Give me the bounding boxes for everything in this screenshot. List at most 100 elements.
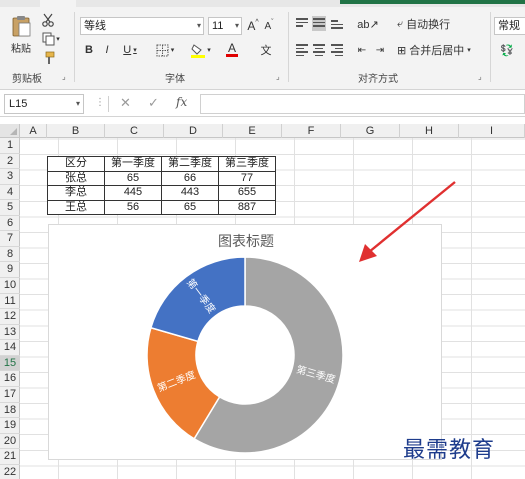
- underline-button[interactable]: U ▾: [118, 42, 142, 58]
- row-header-21[interactable]: 21: [0, 449, 20, 465]
- select-all-button[interactable]: [0, 124, 20, 138]
- table-cell[interactable]: 65: [104, 170, 162, 186]
- column-header-c[interactable]: C: [105, 124, 164, 138]
- row-header-12[interactable]: 12: [0, 309, 20, 325]
- decrease-indent-button[interactable]: ⇤: [354, 42, 370, 58]
- phonetic-button[interactable]: 文: [254, 42, 278, 58]
- increase-indent-button[interactable]: ⇥: [372, 42, 388, 58]
- formula-bar: L15 ▾ ⋮ ✕ ✓ fx: [0, 91, 525, 117]
- font-name-combobox[interactable]: 等线 ▾: [80, 17, 204, 35]
- row-header-19[interactable]: 19: [0, 418, 20, 434]
- row-header-5[interactable]: 5: [0, 200, 20, 216]
- row-header-10[interactable]: 10: [0, 278, 20, 294]
- copy-button[interactable]: ▾: [40, 31, 62, 47]
- formula-separator: [108, 96, 109, 112]
- row-header-13[interactable]: 13: [0, 325, 20, 341]
- row-header-18[interactable]: 18: [0, 403, 20, 419]
- wrap-text-button[interactable]: ⤶ 自动换行: [397, 16, 467, 32]
- table-cell[interactable]: 65: [161, 199, 219, 215]
- table-cell[interactable]: 王总: [47, 199, 105, 215]
- grow-font-button[interactable]: A ^: [246, 17, 260, 35]
- table-cell[interactable]: 77: [218, 170, 276, 186]
- name-box[interactable]: L15 ▾: [4, 94, 84, 114]
- column-header-e[interactable]: E: [223, 124, 282, 138]
- row-header-9[interactable]: 9: [0, 262, 20, 279]
- dialog-launcher-icon[interactable]: ⌟: [276, 72, 280, 81]
- align-middle-icon[interactable]: [312, 16, 326, 31]
- row-header-4[interactable]: 4: [0, 185, 20, 201]
- row-header-6[interactable]: 6: [0, 216, 20, 232]
- row-header-3[interactable]: 3: [0, 169, 20, 185]
- grow-font-label: A: [247, 19, 256, 33]
- font-size-value: 11: [212, 20, 224, 32]
- align-right-icon[interactable]: [331, 44, 343, 58]
- column-header-a[interactable]: A: [20, 124, 47, 138]
- italic-button[interactable]: I: [100, 42, 114, 58]
- merge-center-button[interactable]: ⊞ 合并后居中 ▾: [397, 42, 481, 58]
- bold-button[interactable]: B: [82, 42, 96, 58]
- cut-button[interactable]: [40, 12, 56, 28]
- borders-icon: [156, 44, 169, 56]
- dialog-launcher-icon[interactable]: ⌟: [478, 72, 482, 81]
- confirm-entry-icon[interactable]: ✓: [148, 95, 159, 111]
- borders-button[interactable]: ▾: [152, 42, 178, 58]
- align-center-icon[interactable]: [313, 44, 325, 58]
- number-format-combobox[interactable]: 常规: [494, 17, 525, 35]
- font-color-swatch: [226, 54, 238, 57]
- table-cell[interactable]: 66: [161, 170, 219, 186]
- table-header-cell[interactable]: 第一季度: [104, 156, 162, 172]
- align-bottom-icon[interactable]: [331, 20, 343, 31]
- group-separator: [74, 12, 75, 82]
- format-painter-button[interactable]: [40, 50, 56, 66]
- accounting-format-button[interactable]: 💱: [496, 42, 518, 58]
- font-color-label: A: [227, 41, 236, 55]
- table-cell[interactable]: 443: [161, 185, 219, 201]
- column-header-b[interactable]: B: [47, 124, 105, 138]
- column-header-d[interactable]: D: [164, 124, 223, 138]
- row-header-17[interactable]: 17: [0, 387, 20, 403]
- dialog-launcher-icon[interactable]: ⌟: [62, 72, 66, 81]
- column-header-i[interactable]: I: [459, 124, 525, 138]
- table-header-row: 区分 第一季度 第二季度 第三季度: [47, 156, 276, 172]
- font-size-combobox[interactable]: 11 ▾: [208, 17, 242, 35]
- insert-function-button[interactable]: fx: [176, 95, 187, 109]
- brush-icon: [45, 51, 55, 64]
- paste-button[interactable]: 粘贴: [6, 12, 36, 56]
- paste-label: 粘贴: [11, 43, 31, 55]
- table-cell[interactable]: 56: [104, 199, 162, 215]
- row-header-14[interactable]: 14: [0, 340, 20, 356]
- chevron-down-icon: ▾: [133, 47, 137, 54]
- table-cell[interactable]: 李总: [47, 185, 105, 201]
- font-color-button[interactable]: A: [220, 42, 244, 58]
- row-header-7[interactable]: 7: [0, 231, 20, 247]
- row-header-8[interactable]: 8: [0, 247, 20, 263]
- table-cell[interactable]: 张总: [47, 170, 105, 186]
- chevron-down-icon: ▾: [170, 47, 175, 54]
- row-header-11[interactable]: 11: [0, 294, 20, 310]
- column-header-f[interactable]: F: [282, 124, 341, 138]
- orientation-button[interactable]: ab↗: [354, 16, 382, 32]
- align-top-icon[interactable]: [296, 18, 308, 29]
- table-cell[interactable]: 445: [104, 185, 162, 201]
- table-cell[interactable]: 887: [218, 199, 276, 215]
- row-header-2[interactable]: 2: [0, 154, 20, 170]
- cancel-entry-icon[interactable]: ✕: [120, 95, 131, 111]
- row-header-22[interactable]: 22: [0, 465, 20, 479]
- formula-input[interactable]: [200, 94, 525, 114]
- tab-home[interactable]: [40, 0, 76, 7]
- shrink-font-button[interactable]: Aˇ: [262, 17, 276, 35]
- row-header-15[interactable]: 15: [0, 355, 20, 372]
- row-header-16[interactable]: 16: [0, 371, 20, 387]
- row-header-1[interactable]: 1: [0, 138, 20, 154]
- table-header-cell[interactable]: 区分: [47, 156, 105, 172]
- align-left-icon[interactable]: [296, 44, 308, 58]
- column-header-g[interactable]: G: [341, 124, 400, 138]
- table-header-cell[interactable]: 第三季度: [218, 156, 276, 172]
- fill-color-button[interactable]: ▾: [188, 42, 214, 58]
- column-header-h[interactable]: H: [400, 124, 459, 138]
- watermark-text: 最需教育: [403, 438, 496, 463]
- row-header-20[interactable]: 20: [0, 434, 20, 450]
- table-row: 张总 65 66 77: [47, 170, 276, 186]
- table-header-cell[interactable]: 第二季度: [161, 156, 219, 172]
- table-cell[interactable]: 655: [218, 185, 276, 201]
